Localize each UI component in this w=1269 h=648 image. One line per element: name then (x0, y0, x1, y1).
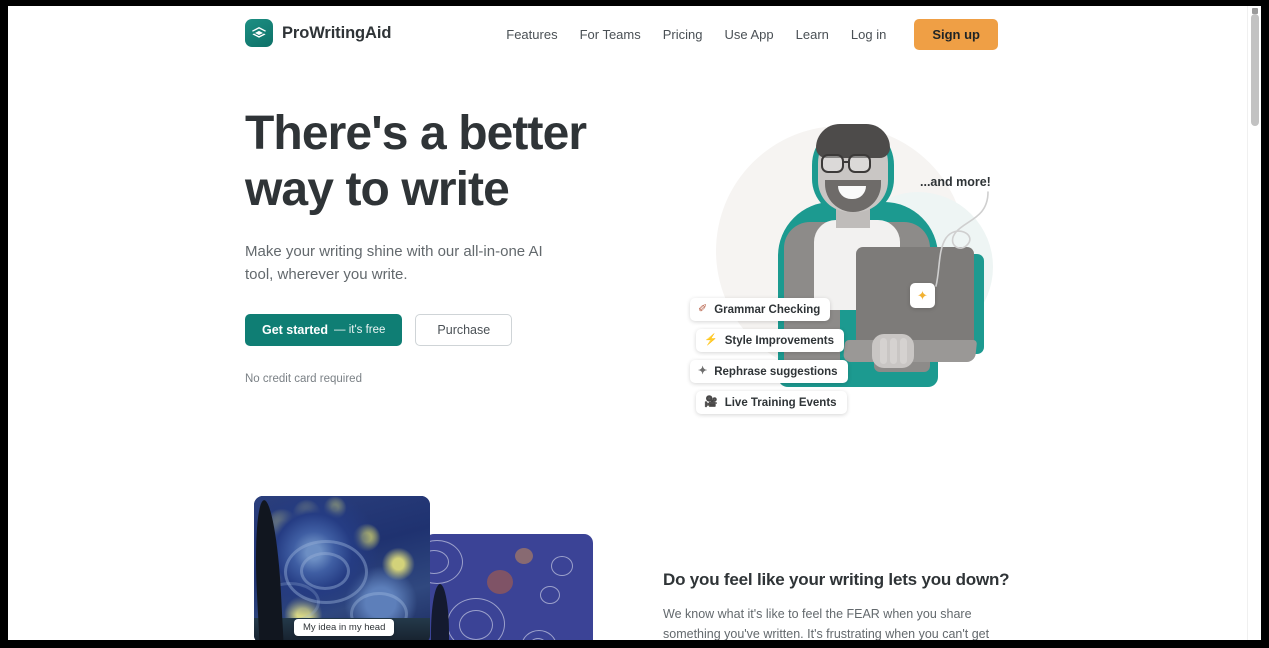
magic-wand-icon: ✦ (698, 365, 708, 377)
hero-copy: There's a better way to write Make your … (245, 106, 625, 385)
vertical-scrollbar[interactable] (1247, 6, 1261, 640)
feature-chip-label: Live Training Events (724, 396, 837, 409)
hero-title-line-2: way to write (245, 163, 510, 216)
feature-chip-label: Grammar Checking (714, 303, 821, 316)
hero-actions: Get started — it's free Purchase (245, 314, 625, 346)
feature-chip-style-improvements: ⚡ Style Improvements (696, 329, 844, 352)
feature-chip-grammar-checking: ✐ Grammar Checking (690, 298, 831, 321)
person-eyeglass-right (848, 154, 871, 173)
hero-illustration: ...and more! ✦ ✐ Grammar Checking ⚡ Styl… (668, 102, 1028, 422)
page-viewport: ProWritingAid Features For Teams Pricing… (8, 6, 1261, 640)
nav-link-use-app[interactable]: Use App (714, 21, 785, 48)
no-credit-card-note: No credit card required (245, 373, 362, 385)
nav-link-for-teams[interactable]: For Teams (569, 21, 652, 48)
nav-link-features[interactable]: Features (495, 21, 568, 48)
feather-pen-icon: ✐ (698, 303, 708, 315)
feature-chip-label: Style Improvements (724, 334, 834, 347)
lightning-bolt-icon: ⚡ (704, 334, 718, 346)
brand-name: ProWritingAid (282, 23, 392, 42)
get-started-subtext: — it's free (334, 324, 386, 336)
nav-link-learn[interactable]: Learn (785, 21, 840, 48)
hero-subtitle: Make your writing shine with our all-in-… (245, 243, 543, 283)
curly-pointer-line-icon (935, 191, 989, 287)
person-eyeglass-left (821, 154, 844, 173)
nav-link-pricing[interactable]: Pricing (652, 21, 714, 48)
page-title: There's a better way to write (245, 106, 625, 218)
painting-caption: My idea in my head (294, 619, 395, 636)
starry-night-illustration: My idea in my head (245, 496, 595, 640)
hero-title-line-1: There's a better (245, 107, 587, 160)
person-finger (880, 338, 887, 364)
sign-up-button[interactable]: Sign up (914, 19, 998, 50)
and-more-label: ...and more! (920, 175, 991, 189)
starry-night-painting: My idea in my head (254, 496, 430, 640)
nav-link-log-in[interactable]: Log in (840, 21, 897, 48)
get-started-button[interactable]: Get started — it's free (245, 314, 403, 346)
simplified-painting-panel (425, 534, 593, 640)
hero-section: There's a better way to write Make your … (8, 62, 1247, 482)
section2-body: We know what it's like to feel the FEAR … (663, 607, 990, 640)
video-camera-icon: 🎥 (704, 396, 718, 408)
get-started-label: Get started (262, 323, 328, 337)
stacked-pages-logo-icon (245, 19, 273, 47)
sparkles-icon: ✦ (910, 283, 935, 308)
section2-copy: Do you feel like your writing lets you d… (663, 570, 1023, 640)
feature-chip-live-training-events: 🎥 Live Training Events (696, 391, 847, 414)
person-eyeglass-bridge (844, 161, 850, 164)
writing-lets-you-down-section: My idea in my head Do you feel like your… (8, 482, 1247, 640)
person-hair (816, 124, 890, 158)
feature-chip-label: Rephrase suggestions (714, 365, 838, 378)
person-finger (900, 338, 907, 364)
section2-title: Do you feel like your writing lets you d… (663, 570, 1010, 589)
site-header: ProWritingAid Features For Teams Pricing… (8, 6, 1247, 62)
cypress-tree-outline (431, 584, 449, 640)
purchase-button[interactable]: Purchase (415, 314, 513, 346)
primary-navigation: Features For Teams Pricing Use App Learn… (495, 19, 998, 50)
person-finger (890, 338, 897, 364)
brand-logo[interactable]: ProWritingAid (245, 19, 391, 47)
feature-chip-rephrase-suggestions: ✦ Rephrase suggestions (690, 360, 848, 383)
page-content: ProWritingAid Features For Teams Pricing… (8, 6, 1247, 640)
scrollbar-thumb[interactable] (1251, 14, 1259, 126)
browser-window-frame: ProWritingAid Features For Teams Pricing… (0, 0, 1269, 648)
